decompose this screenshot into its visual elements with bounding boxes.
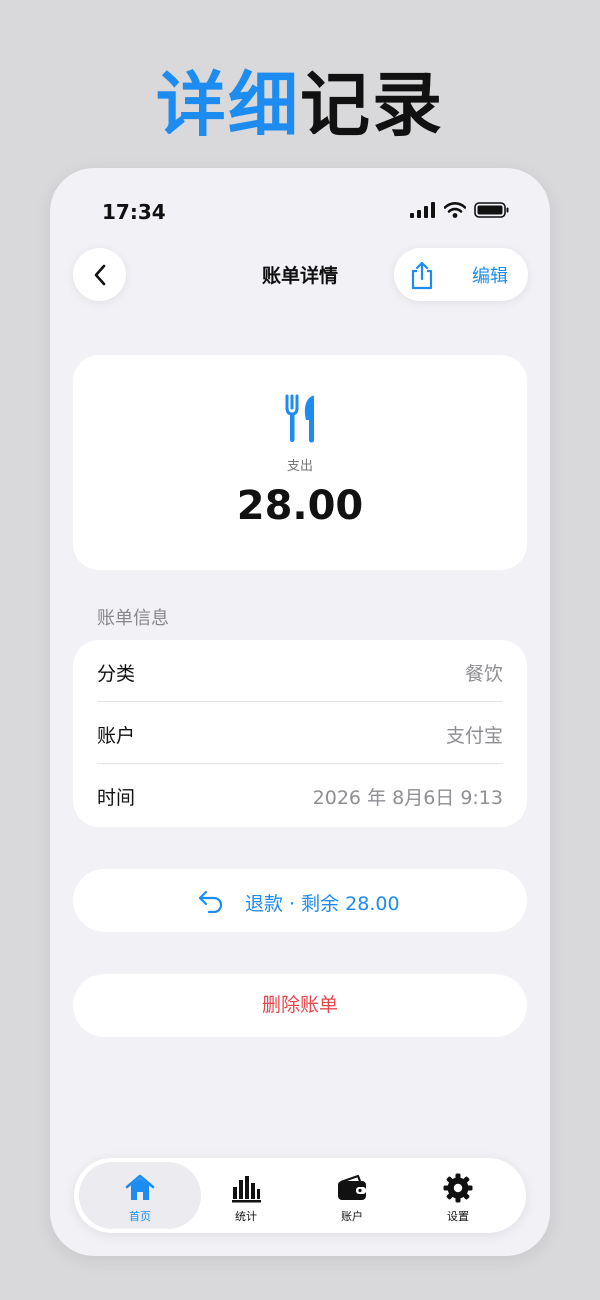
headline-accent: 详细 bbox=[156, 64, 300, 146]
home-icon bbox=[125, 1174, 155, 1200]
battery-icon bbox=[474, 202, 509, 218]
refund-button[interactable]: 退款 · 剩余 28.00 bbox=[73, 869, 527, 932]
tab-home[interactable]: 首页 bbox=[79, 1162, 201, 1229]
tab-label: 统计 bbox=[235, 1210, 257, 1223]
edit-button[interactable]: 编辑 bbox=[472, 262, 508, 288]
wallet-icon bbox=[338, 1174, 366, 1200]
info-row-account: 账户 支付宝 bbox=[97, 702, 503, 764]
tab-accounts[interactable]: 账户 bbox=[291, 1162, 413, 1229]
info-label: 分类 bbox=[97, 663, 136, 685]
page-title: 账单详情 bbox=[261, 265, 338, 287]
share-icon bbox=[411, 261, 433, 290]
promo-headline: 详细记录 bbox=[0, 60, 600, 150]
tab-label: 首页 bbox=[129, 1210, 151, 1223]
info-label: 账户 bbox=[97, 725, 136, 747]
info-label: 时间 bbox=[97, 787, 136, 809]
info-row-time: 时间 2026 年 8月6日 9:13 bbox=[97, 764, 503, 826]
nav-actions: 编辑 bbox=[394, 248, 528, 301]
headline-rest: 记录 bbox=[300, 64, 444, 146]
chevron-left-icon bbox=[94, 264, 105, 285]
fork-knife-icon bbox=[285, 394, 314, 443]
phone-screen: 17:34 账单详情 编辑 支出 28.00 账单信息 分类 餐饮 账户 支付宝… bbox=[50, 168, 550, 1256]
delete-button[interactable]: 删除账单 bbox=[73, 974, 527, 1037]
refund-label: 退款 · 剩余 28.00 bbox=[245, 893, 400, 915]
tab-label: 设置 bbox=[447, 1210, 469, 1223]
tab-stats[interactable]: 统计 bbox=[185, 1162, 307, 1229]
tab-label: 账户 bbox=[341, 1210, 363, 1223]
info-value: 餐饮 bbox=[464, 663, 503, 685]
transaction-type: 支出 bbox=[286, 459, 313, 474]
info-value: 2026 年 8月6日 9:13 bbox=[312, 787, 503, 809]
gear-icon bbox=[443, 1173, 473, 1203]
tab-bar: 首页 统计 账户 设置 bbox=[74, 1158, 526, 1233]
info-value: 支付宝 bbox=[445, 725, 503, 747]
back-button[interactable] bbox=[73, 248, 126, 301]
info-row-category: 分类 餐饮 bbox=[97, 640, 503, 702]
signal-icon bbox=[410, 202, 435, 218]
wifi-icon bbox=[444, 202, 466, 218]
share-button[interactable] bbox=[408, 260, 436, 290]
info-card: 分类 餐饮 账户 支付宝 时间 2026 年 8月6日 9:13 bbox=[73, 640, 527, 827]
undo-arrow-icon bbox=[198, 890, 223, 913]
status-bar: 17:34 bbox=[50, 198, 550, 228]
amount-card: 支出 28.00 bbox=[73, 355, 527, 570]
section-title: 账单信息 bbox=[97, 608, 169, 629]
tab-settings[interactable]: 设置 bbox=[397, 1162, 519, 1229]
bar-chart-icon bbox=[232, 1176, 261, 1203]
status-icons bbox=[410, 202, 510, 218]
status-time: 17:34 bbox=[102, 200, 166, 224]
transaction-amount: 28.00 bbox=[236, 483, 364, 529]
